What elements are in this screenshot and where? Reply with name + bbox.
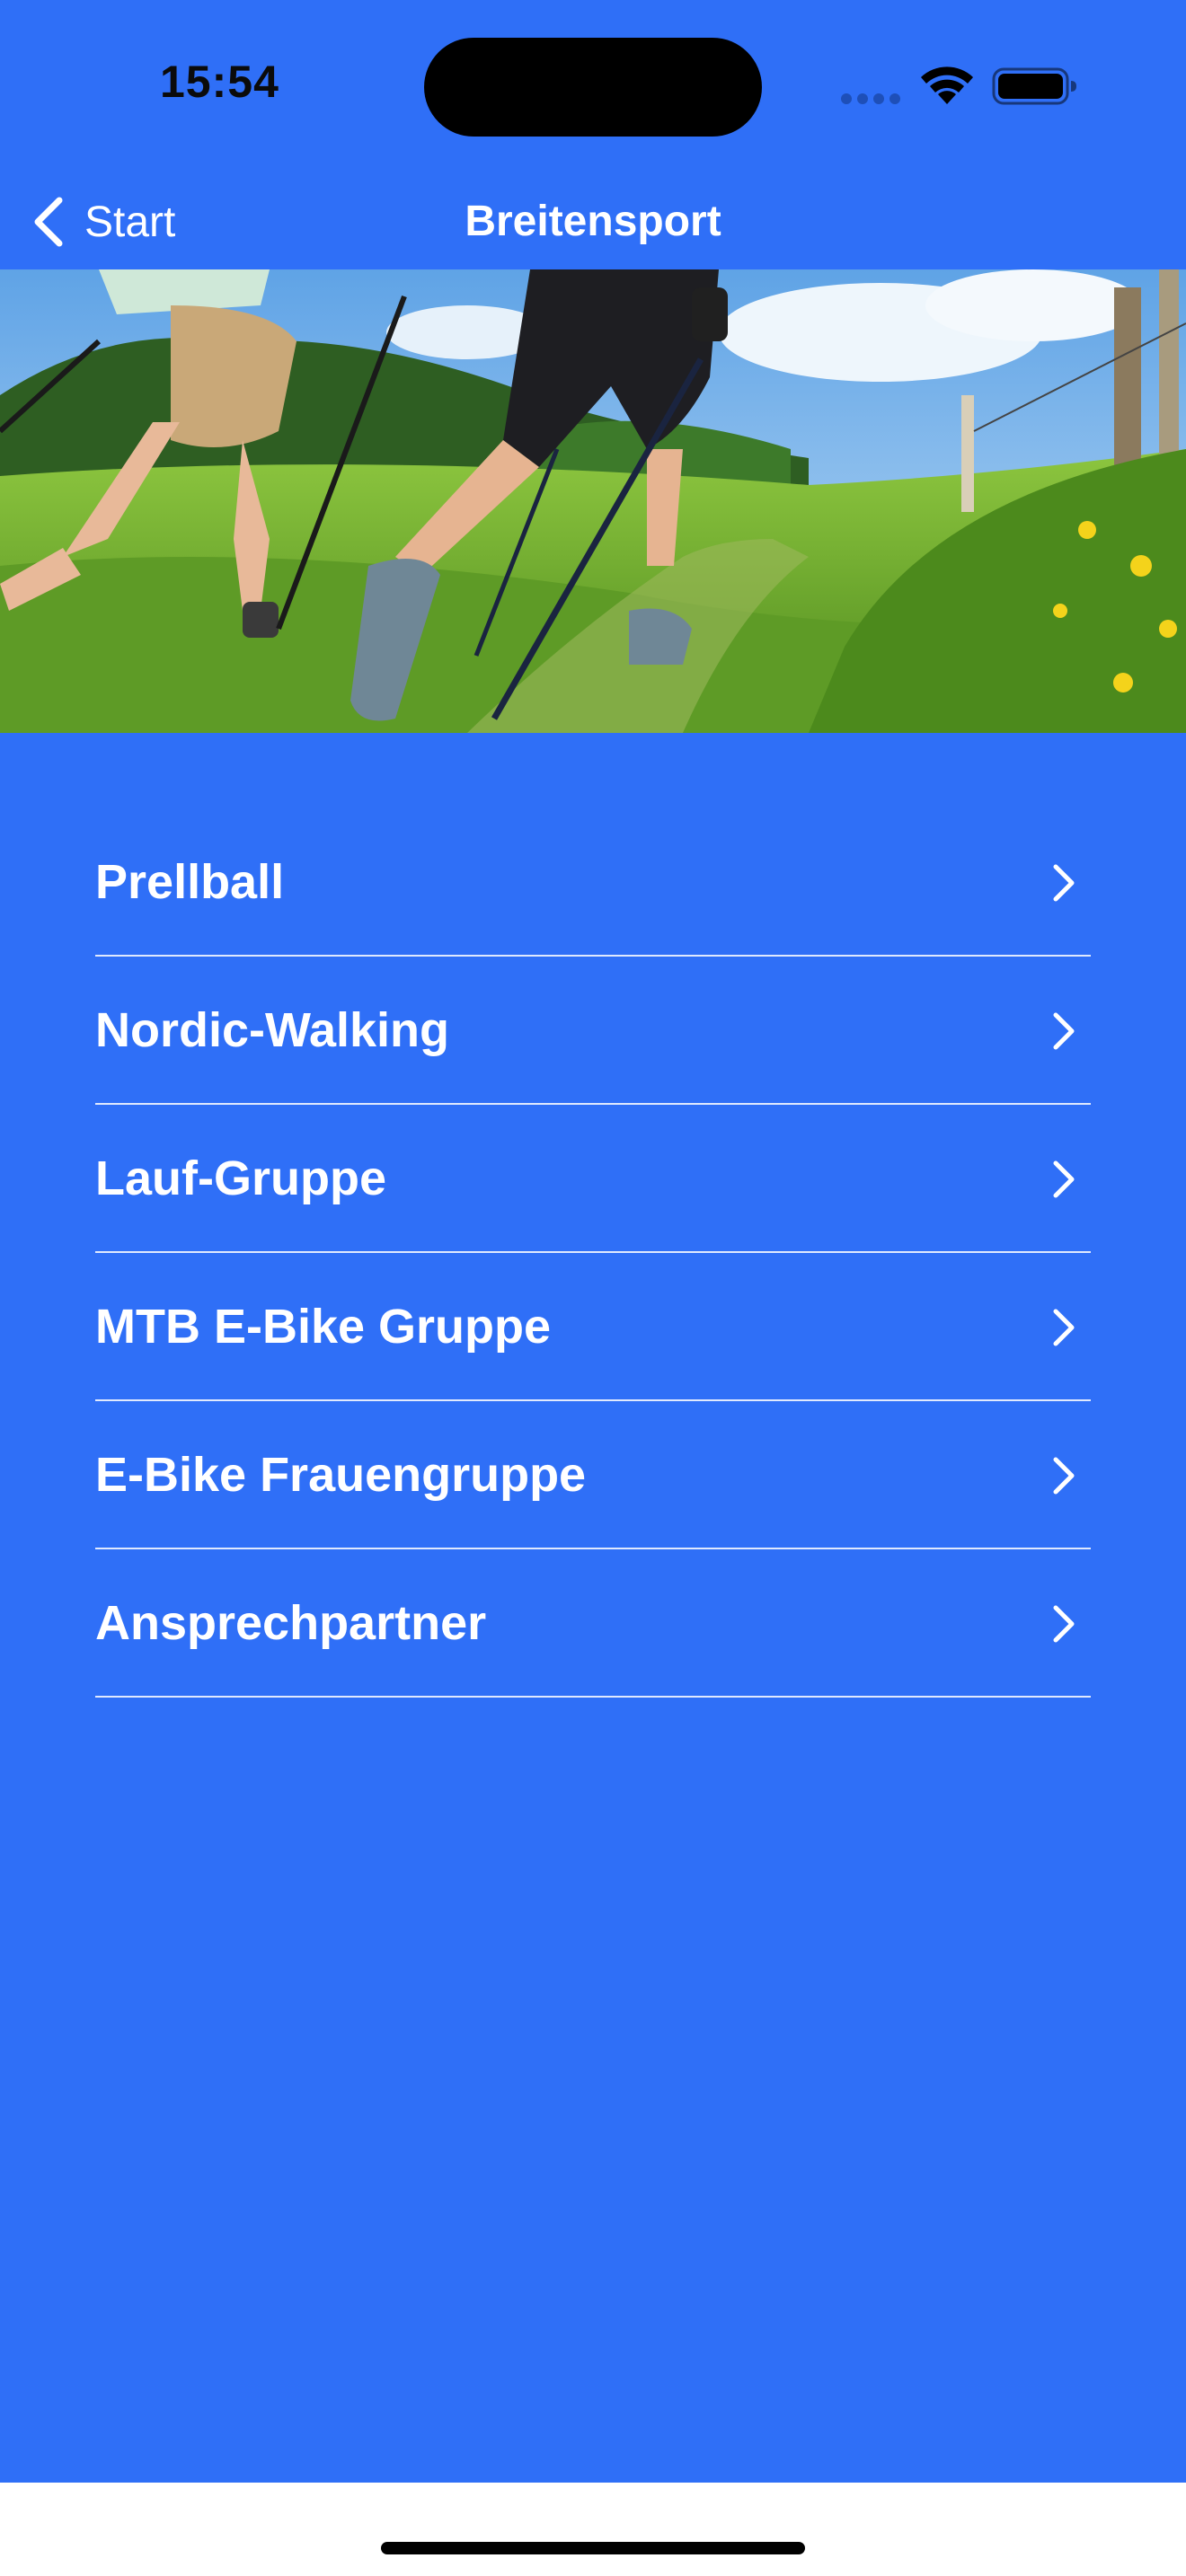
signal-dots-icon <box>841 93 900 104</box>
sport-list: Prellball Nordic-Walking Lauf-Gruppe MTB… <box>95 808 1091 1698</box>
dynamic-island <box>424 38 762 137</box>
list-item-label: Nordic-Walking <box>95 1003 450 1057</box>
back-button-label: Start <box>84 198 176 246</box>
screen: 15:54 Breitensport Start Prellball Nordi… <box>0 0 1186 2576</box>
status-bar: 15:54 <box>0 0 1186 171</box>
chevron-right-icon <box>1053 1309 1075 1346</box>
back-button[interactable]: Start <box>31 181 175 262</box>
chevron-right-icon <box>1053 864 1075 902</box>
list-item-lauf-gruppe[interactable]: Lauf-Gruppe <box>95 1105 1091 1253</box>
list-item-e-bike-frauengruppe[interactable]: E-Bike Frauengruppe <box>95 1401 1091 1549</box>
home-indicator[interactable] <box>381 2542 805 2554</box>
list-item-label: MTB E-Bike Gruppe <box>95 1300 552 1354</box>
chevron-right-icon <box>1053 1160 1075 1198</box>
battery-icon <box>992 67 1076 105</box>
navigation-bar: Breitensport Start <box>0 171 1186 269</box>
chevron-right-icon <box>1053 1012 1075 1050</box>
list-item-label: Lauf-Gruppe <box>95 1151 386 1205</box>
nordic-walking-photo <box>0 269 1186 733</box>
list-item-prellball[interactable]: Prellball <box>95 808 1091 957</box>
page-title: Breitensport <box>465 198 721 245</box>
chevron-right-icon <box>1053 1605 1075 1643</box>
chevron-right-icon <box>1053 1457 1075 1495</box>
status-time: 15:54 <box>160 57 279 107</box>
list-item-label: E-Bike Frauengruppe <box>95 1448 587 1502</box>
list-item-mtb-e-bike-gruppe[interactable]: MTB E-Bike Gruppe <box>95 1253 1091 1401</box>
chevron-left-icon <box>34 197 63 247</box>
home-indicator-area <box>0 2483 1186 2576</box>
list-item-label: Prellball <box>95 855 285 909</box>
list-item-label: Ansprechpartner <box>95 1596 487 1650</box>
header-image <box>0 269 1186 733</box>
list-item-nordic-walking[interactable]: Nordic-Walking <box>95 957 1091 1105</box>
list-item-ansprechpartner[interactable]: Ansprechpartner <box>95 1549 1091 1698</box>
wifi-icon <box>921 66 973 104</box>
